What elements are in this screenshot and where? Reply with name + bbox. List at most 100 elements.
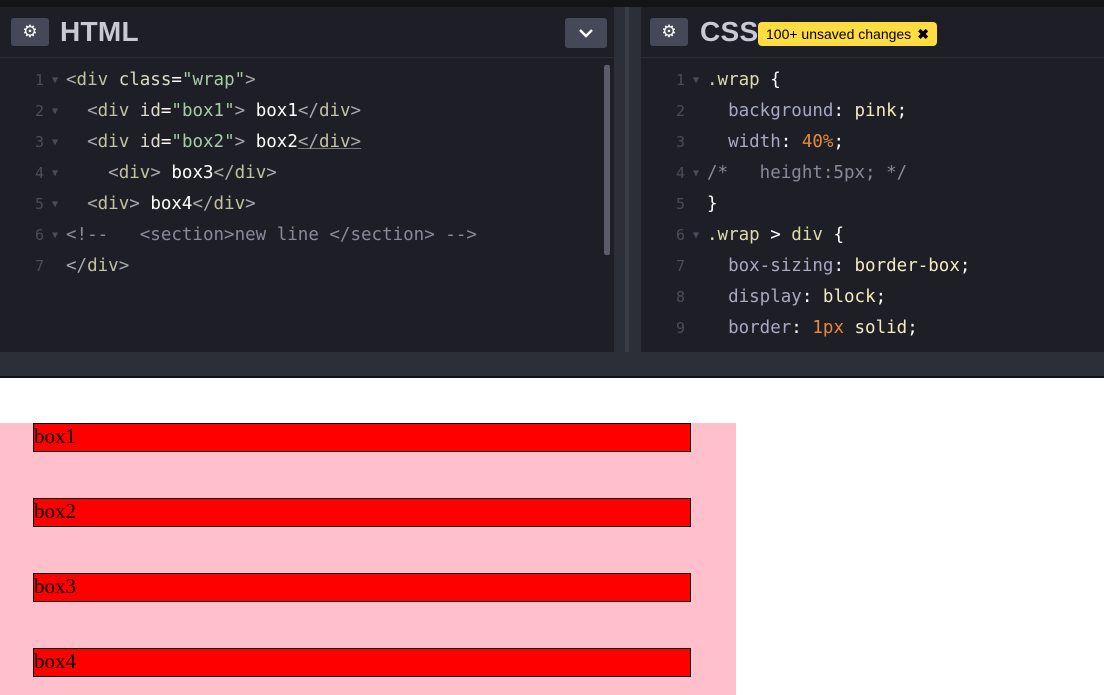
html-code-line: 5 ▼ <div> box4</div> <box>0 189 614 220</box>
html-scrollbar[interactable] <box>604 65 610 255</box>
code-token: 40% <box>801 132 834 152</box>
code-text: border: 1px solid; <box>707 313 918 344</box>
code-token: /* height:5px; */ <box>707 163 908 183</box>
code-token: div <box>318 101 351 121</box>
fold-arrow-icon[interactable]: ▼ <box>44 65 66 96</box>
code-token: < <box>87 132 98 152</box>
unsaved-changes-label: 100+ unsaved changes <box>766 26 912 42</box>
unsaved-changes-badge[interactable]: 100+ unsaved changes ✖ <box>758 22 937 46</box>
line-number: 1 <box>675 71 685 89</box>
code-token: pink <box>854 101 897 121</box>
code-text: <div class="wrap"> <box>66 65 256 96</box>
code-text: } <box>707 189 718 220</box>
line-number: 8 <box>675 288 685 306</box>
gear-icon: ⚙ <box>661 22 677 42</box>
code-token: > <box>234 101 246 121</box>
css-code-line: 5} <box>641 189 1104 220</box>
code-token: id <box>139 101 161 121</box>
fold-arrow-icon <box>685 282 707 313</box>
fold-arrow-icon[interactable]: ▼ <box>44 220 66 251</box>
code-token: : <box>801 287 823 307</box>
code-token: "box2" <box>171 132 235 152</box>
editor-area: ⚙ HTML 1 ▼ <div class="wrap"> 2 ▼ <div id="b… <box>0 0 1104 378</box>
fold-arrow-icon[interactable]: ▼ <box>685 220 707 251</box>
fold-arrow-icon <box>685 313 707 344</box>
code-token: ; <box>959 256 971 276</box>
code-token: box3 <box>160 163 214 183</box>
wrap-container: box1 box2 box3 box4 <box>0 423 736 695</box>
line-number: 4 <box>34 164 44 182</box>
code-token: : <box>780 132 802 152</box>
code-text: </div> <box>66 251 129 282</box>
code-text: .wrap > div { <box>707 220 844 251</box>
close-icon[interactable]: ✖ <box>917 26 929 43</box>
code-token: { <box>822 225 844 245</box>
code-token: : <box>833 101 855 121</box>
code-token: div <box>213 194 246 214</box>
html-code-line: 6 ▼ <!-- <section>new line </section> --> <box>0 220 614 251</box>
css-code-line: 7 box-sizing: border-box; <box>641 251 1104 282</box>
code-token: </ <box>297 101 319 121</box>
html-code-editor[interactable]: 1 ▼ <div class="wrap"> 2 ▼ <div id="box1"> b… <box>0 65 614 282</box>
line-number: 6 <box>34 226 44 244</box>
fold-arrow-icon[interactable]: ▼ <box>44 158 66 189</box>
editor-bottom-resize-bar[interactable] <box>0 352 1104 378</box>
code-token: div <box>87 256 119 276</box>
html-settings-button[interactable]: ⚙ <box>11 18 49 46</box>
line-number: 3 <box>675 133 685 151</box>
css-code-line: 8 display: block; <box>641 282 1104 313</box>
code-token: { <box>759 70 781 90</box>
code-token: ; <box>875 287 887 307</box>
code-token: > <box>245 70 256 90</box>
code-text: <div id="box2"> box2</div> <box>66 127 361 158</box>
code-token: </ <box>192 194 214 214</box>
code-token: = <box>171 70 182 90</box>
code-token: > <box>759 225 792 245</box>
pane-resize-handle[interactable] <box>614 7 641 352</box>
line-number: 2 <box>675 102 685 120</box>
code-text: width: 40%; <box>707 127 844 158</box>
code-text: <!-- <section>new line </section> --> <box>66 220 477 251</box>
code-token: display <box>728 287 802 307</box>
css-code-line: 4 ▼/* height:5px; */ <box>641 158 1104 189</box>
fold-arrow-icon <box>685 96 707 127</box>
code-token: ; <box>833 132 844 152</box>
code-token: class <box>118 70 172 90</box>
line-number: 2 <box>34 102 44 120</box>
code-token: div <box>118 163 151 183</box>
code-token: ; <box>896 101 908 121</box>
preview-pane: box1 box2 box3 box4 <box>0 378 1104 695</box>
html-code-line: 3 ▼ <div id="box2"> box2</div> <box>0 127 614 158</box>
fold-arrow-icon[interactable]: ▼ <box>685 158 707 189</box>
line-number: 4 <box>675 164 685 182</box>
preview-box-2: box2 <box>33 498 691 527</box>
line-number: 5 <box>675 195 685 213</box>
code-token: div <box>97 194 130 214</box>
css-settings-button[interactable]: ⚙ <box>650 18 688 46</box>
code-token: > <box>118 256 130 276</box>
fold-arrow-icon[interactable]: ▼ <box>44 127 66 158</box>
fold-arrow-icon <box>685 251 707 282</box>
html-collapse-button[interactable] <box>565 18 607 48</box>
code-token: </ <box>297 132 319 152</box>
fold-arrow-icon[interactable]: ▼ <box>44 96 66 127</box>
fold-arrow-icon[interactable]: ▼ <box>44 189 66 220</box>
fold-arrow-icon[interactable]: ▼ <box>685 65 707 96</box>
html-pane-title: HTML <box>60 16 139 47</box>
code-text: box-sizing: border-box; <box>707 251 970 282</box>
css-code-editor[interactable]: 1 ▼ .wrap {2 background: pink; 3 width: 40%… <box>641 65 1104 344</box>
code-token: box1 <box>245 101 298 121</box>
code-token: box-sizing <box>728 256 834 276</box>
code-token: > <box>350 101 362 121</box>
code-token: > <box>350 132 362 152</box>
code-token: < <box>66 70 77 90</box>
code-text: <div id="box1"> box1</div> <box>66 96 361 127</box>
